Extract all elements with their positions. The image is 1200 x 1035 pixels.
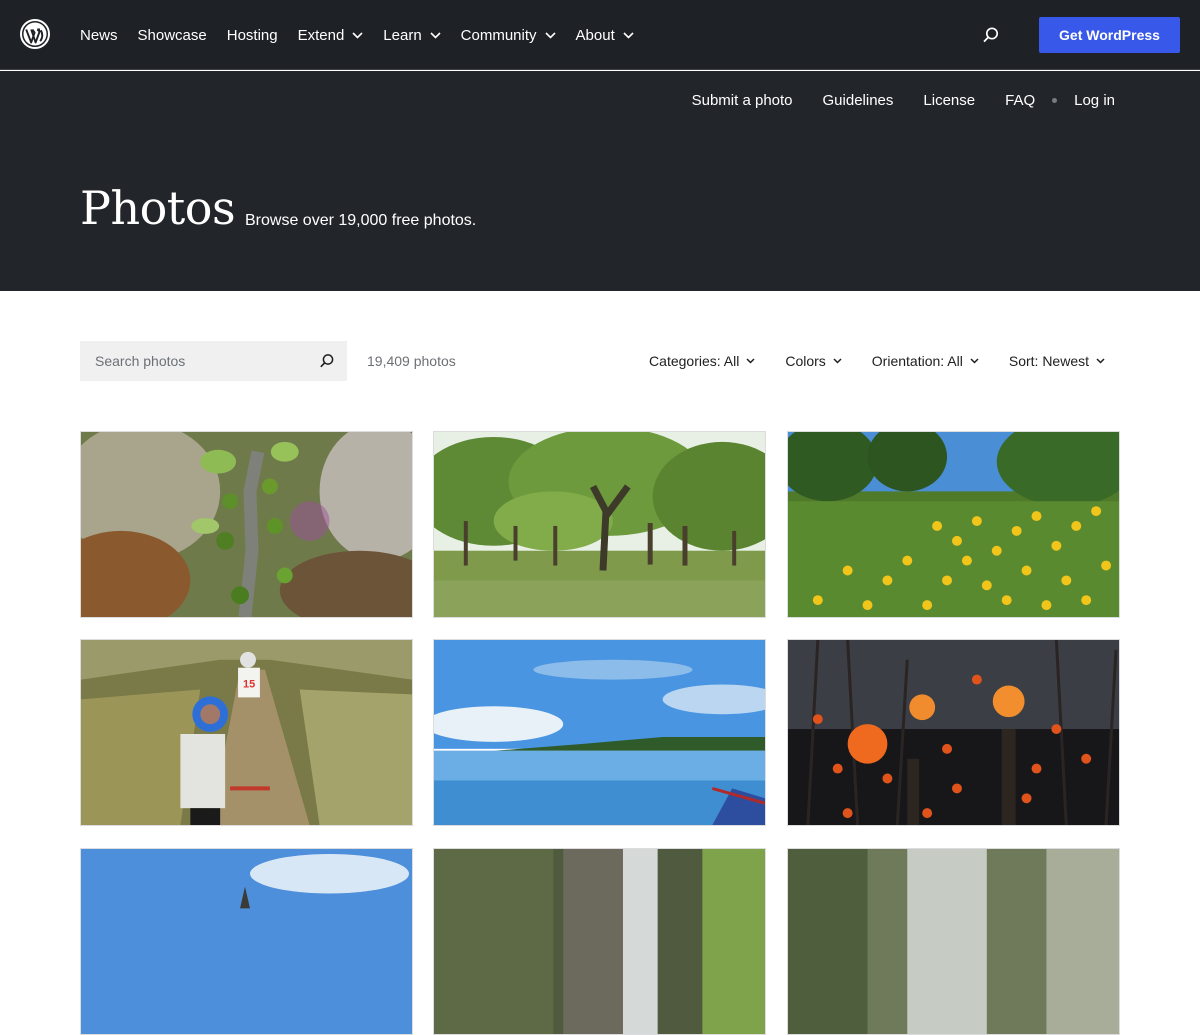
results-count: 19,409 photos: [367, 353, 456, 369]
photo-kids-on-bikes: 15: [81, 640, 412, 825]
filter-label: Sort: Newest: [1008, 353, 1089, 369]
nav-item-label: About: [575, 26, 615, 44]
photo-jack-o-lanterns: [788, 640, 1119, 825]
filter-label: Categories: All: [649, 353, 740, 369]
local-nav-submit-photo[interactable]: Submit a photo: [692, 92, 793, 109]
filter-label: Orientation: All: [871, 353, 963, 369]
get-wordpress-button[interactable]: Get WordPress: [1039, 17, 1180, 53]
photo-tile-jack-o-lanterns[interactable]: [787, 639, 1120, 826]
chevron-down-icon: [623, 31, 634, 39]
photo-tile-sky-rooftop[interactable]: [80, 848, 413, 1035]
chevron-down-icon: [430, 31, 441, 39]
page-subtitle: Browse over 19,000 free photos.: [245, 212, 477, 229]
wordpress-logo-icon[interactable]: [20, 19, 50, 49]
nav-item-showcase[interactable]: Showcase: [138, 27, 207, 44]
nav-item-about[interactable]: About: [576, 27, 634, 44]
photo-fig-branch: [81, 432, 412, 617]
nav-item-label: Hosting: [226, 26, 278, 44]
photo-tile-kids-on-bikes[interactable]: 15: [80, 639, 413, 826]
nav-item-label: Community: [460, 26, 537, 44]
chevron-down-icon: [544, 31, 556, 39]
local-nav-guidelines[interactable]: Guidelines: [823, 92, 894, 109]
svg-text:15: 15: [243, 679, 255, 691]
filter-label: Colors: [785, 353, 826, 369]
nav-item-label: News: [80, 26, 118, 44]
photo-tile-waterfall[interactable]: [433, 848, 766, 1035]
chevron-down-icon: [746, 358, 755, 364]
photo-forest-waterfall: [788, 849, 1119, 1034]
categories-filter[interactable]: Categories: All: [649, 353, 755, 369]
global-header: News Showcase Hosting Extend Learn Commu…: [0, 0, 1200, 70]
login-link[interactable]: Log in: [1074, 92, 1115, 109]
photo-yellow-flowers: [788, 432, 1119, 617]
nav-item-label: Learn: [383, 26, 422, 44]
colors-filter[interactable]: Colors: [785, 353, 842, 369]
sort-filter[interactable]: Sort: Newest: [1009, 353, 1105, 369]
chevron-down-icon: [1096, 358, 1105, 364]
photo-tile-park-trees[interactable]: [433, 431, 766, 618]
nav-item-hosting[interactable]: Hosting: [227, 27, 278, 44]
main-nav: News Showcase Hosting Extend Learn Commu…: [80, 0, 654, 70]
local-nav-faq[interactable]: FAQ: [1005, 92, 1035, 109]
local-nav: Submit a photo Guidelines License FAQ Lo…: [692, 92, 1115, 109]
photo-tile-lake-with-boat[interactable]: [433, 639, 766, 826]
search-submit-icon[interactable]: [319, 353, 335, 369]
photo-search-box: [80, 341, 347, 381]
photo-waterfall: [434, 849, 765, 1034]
photo-park-trees: [434, 432, 765, 617]
chevron-down-icon: [352, 31, 363, 39]
nav-separator-dot: [1052, 98, 1058, 103]
search-input[interactable]: [80, 341, 300, 381]
chevron-down-icon: [970, 358, 979, 364]
nav-item-learn[interactable]: Learn: [383, 26, 441, 44]
nav-item-community[interactable]: Community: [461, 27, 556, 44]
photo-lake-with-boat: [434, 640, 765, 825]
orientation-filter[interactable]: Orientation: All: [872, 353, 979, 369]
photo-sky-rooftop: [81, 849, 412, 1034]
page-title: Photos: [80, 181, 236, 235]
chevron-down-icon: [833, 358, 842, 364]
photo-tile-fig-branch[interactable]: [80, 431, 413, 618]
search-icon[interactable]: [982, 26, 1000, 44]
nav-item-label: Showcase: [137, 26, 207, 44]
nav-item-news[interactable]: News: [80, 27, 118, 44]
nav-item-label: Extend: [297, 26, 345, 44]
nav-item-extend[interactable]: Extend: [298, 27, 364, 44]
photo-tile-forest-waterfall[interactable]: [787, 848, 1120, 1035]
photo-tile-yellow-flowers[interactable]: [787, 431, 1120, 618]
filter-bar: Categories: All Colors Orientation: All …: [649, 341, 1105, 381]
local-nav-license[interactable]: License: [923, 92, 975, 109]
photos-hero: Submit a photo Guidelines License FAQ Lo…: [0, 71, 1200, 291]
